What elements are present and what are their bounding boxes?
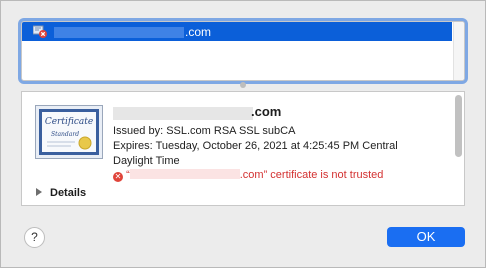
error-x-icon: ✕: [113, 172, 123, 182]
certificate-icon: Certificate Standard: [35, 105, 103, 159]
certificate-title: .com: [251, 104, 282, 119]
redacted-warning-domain: [129, 169, 240, 179]
details-disclosure[interactable]: Details: [36, 187, 86, 199]
disclosure-triangle-icon[interactable]: [36, 188, 42, 196]
certificate-detail-panel: Certificate Standard .com Issued by: SSL…: [21, 91, 465, 206]
issued-by-text: Issued by: SSL.com RSA SSL subCA: [113, 125, 296, 137]
detail-scrollbar[interactable]: [455, 95, 462, 157]
split-view-handle[interactable]: [240, 82, 246, 88]
certificate-sheet: .com Certificate Standard .com Issued by…: [0, 0, 486, 268]
warning-text: .com” certificate is not trusted: [239, 169, 384, 181]
certificate-error-icon: [33, 25, 47, 38]
expires-text-continued: Daylight Time: [113, 155, 180, 167]
chain-scrollbar[interactable]: [453, 22, 464, 80]
certificate-icon-title: Certificate: [45, 117, 93, 127]
redacted-domain: [54, 27, 184, 38]
help-button[interactable]: ?: [24, 227, 45, 248]
details-label: Details: [50, 187, 87, 199]
certificate-chain-list[interactable]: .com: [21, 21, 465, 81]
redacted-certificate-name: [113, 107, 253, 120]
ok-button[interactable]: OK: [387, 227, 465, 247]
chain-domain-label: .com: [185, 25, 212, 39]
trust-warning: ✕ “.com” certificate is not trusted: [113, 169, 383, 182]
certificate-icon-subtitle: Standard: [51, 131, 79, 138]
chain-row-selected[interactable]: .com: [22, 22, 452, 41]
expires-text: Expires: Tuesday, October 26, 2021 at 4:…: [113, 140, 398, 152]
